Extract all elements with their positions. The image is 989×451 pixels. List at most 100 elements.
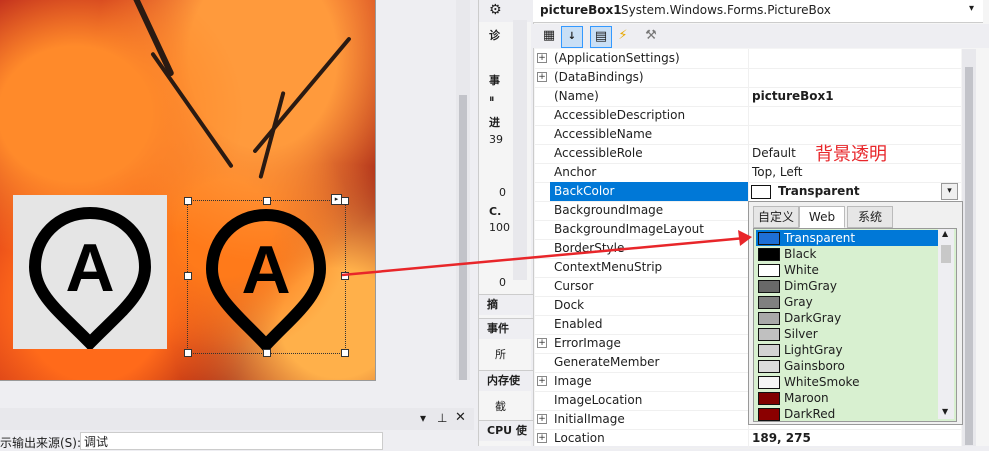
color-item[interactable]: Gainsboro — [756, 358, 939, 374]
alphabetical-icon[interactable]: ↓ — [561, 26, 583, 48]
color-item[interactable]: DimGray — [756, 278, 939, 294]
picturebox-opaque[interactable]: A — [13, 195, 167, 352]
resize-handle-n[interactable] — [263, 197, 271, 205]
branch-shape — [258, 91, 286, 179]
property-name: Image — [554, 374, 592, 388]
color-item[interactable]: LightGray — [756, 342, 939, 358]
object-selector[interactable]: pictureBox1 System.Windows.Forms.Picture… — [533, 0, 983, 23]
pin-letter: A — [65, 230, 114, 306]
property-value[interactable]: 189, 275 — [752, 431, 811, 445]
column-divider[interactable] — [748, 87, 749, 106]
color-item[interactable]: Silver — [756, 326, 939, 342]
property-value[interactable]: Top, Left — [752, 165, 802, 179]
diag-tab-memory[interactable]: 内存使 — [479, 370, 539, 391]
color-item[interactable]: WhiteSmoke — [756, 374, 939, 390]
column-divider[interactable] — [748, 125, 749, 144]
diag-cpu: C. — [489, 205, 502, 218]
diag-value: 0 — [499, 186, 506, 199]
diag-tab-cpu[interactable]: CPU 使 — [479, 420, 539, 441]
property-row[interactable]: (Name) pictureBox1 — [535, 87, 961, 107]
scroll-thumb[interactable] — [941, 245, 951, 263]
column-divider[interactable] — [748, 144, 749, 163]
smart-tag-icon[interactable]: ▸ — [331, 194, 342, 205]
diag-value: 39 — [489, 133, 503, 146]
color-item[interactable]: DarkGray — [756, 310, 939, 326]
diag-snapshot[interactable]: 截 — [495, 398, 506, 414]
color-name: Silver — [784, 327, 818, 341]
pin-icon[interactable]: ⊥ — [437, 411, 447, 425]
column-divider[interactable] — [748, 163, 749, 182]
property-name: Dock — [554, 298, 585, 312]
column-divider[interactable] — [748, 429, 749, 448]
column-divider[interactable] — [748, 68, 749, 87]
chevron-down-icon[interactable]: ▾ — [969, 3, 974, 14]
expand-icon[interactable]: + — [537, 376, 547, 386]
branch-shape — [131, 0, 175, 78]
tab-web[interactable]: Web — [799, 206, 845, 228]
color-item[interactable]: DarkRed — [756, 406, 939, 421]
resize-handle-s[interactable] — [263, 349, 271, 357]
color-item[interactable]: Gray — [756, 294, 939, 310]
gear-icon[interactable]: ⚙ — [489, 2, 502, 18]
expand-icon[interactable]: + — [537, 433, 547, 443]
color-swatch — [758, 376, 780, 389]
color-list-scrollbar[interactable]: ▲ ▼ — [938, 229, 954, 419]
property-pages-icon[interactable]: ⚒ — [641, 26, 661, 46]
categorized-icon[interactable]: ▦ — [539, 26, 559, 46]
property-value[interactable]: Transparent — [778, 184, 860, 198]
color-item[interactable]: Maroon — [756, 390, 939, 406]
diag-events: 事 — [489, 74, 500, 87]
resize-handle-sw[interactable] — [184, 349, 192, 357]
diag-tab-summary[interactable]: 摘 — [479, 294, 539, 315]
property-row[interactable]: Anchor Top, Left — [535, 163, 961, 183]
column-divider[interactable] — [748, 182, 749, 201]
property-row[interactable]: + (ApplicationSettings) — [535, 49, 961, 69]
resize-handle-w[interactable] — [184, 272, 192, 280]
property-value[interactable]: pictureBox1 — [752, 89, 834, 103]
branch-shape — [150, 51, 234, 169]
designer-scrollbar[interactable] — [456, 0, 470, 380]
color-swatch — [758, 312, 780, 325]
property-row[interactable]: + (DataBindings) — [535, 68, 961, 88]
properties-scrollbar[interactable] — [962, 49, 976, 446]
expand-icon[interactable]: + — [537, 53, 547, 63]
properties-icon[interactable]: ▤ — [590, 26, 612, 48]
color-item[interactable]: Black — [756, 246, 939, 262]
pause-icon[interactable]: ⏸ — [489, 92, 495, 106]
property-row[interactable]: AccessibleDescription — [535, 106, 961, 126]
output-source-label: 示输出来源(S): — [0, 436, 82, 450]
expand-icon[interactable]: + — [537, 414, 547, 424]
property-row[interactable]: ▾ BackColor Transparent — [535, 182, 961, 202]
output-source-select[interactable]: 调试 — [80, 432, 383, 450]
diag-tab-events[interactable]: 事件 — [479, 318, 539, 339]
events-icon[interactable]: ⚡ — [613, 26, 633, 46]
scroll-thumb[interactable] — [965, 67, 973, 445]
resize-handle-ne[interactable] — [341, 197, 349, 205]
scroll-up-icon[interactable]: ▲ — [942, 229, 948, 238]
picturebox1-selected[interactable]: A ▸ — [184, 194, 349, 357]
tab-system[interactable]: 系统 — [847, 206, 893, 228]
property-row[interactable]: AccessibleName — [535, 125, 961, 145]
property-row[interactable]: AccessibleRole Default — [535, 144, 961, 164]
resize-handle-se[interactable] — [341, 349, 349, 357]
scroll-down-icon[interactable]: ▼ — [942, 407, 948, 416]
form-canvas[interactable]: A A ▸ — [0, 0, 376, 381]
column-divider[interactable] — [748, 49, 749, 68]
output-panel-header: ▾ ⊥ ✕ — [0, 408, 474, 430]
property-value[interactable]: Default — [752, 146, 796, 160]
expand-icon[interactable]: + — [537, 72, 547, 82]
close-icon[interactable]: ✕ — [455, 410, 466, 425]
column-divider[interactable] — [748, 106, 749, 125]
expand-icon[interactable]: + — [537, 338, 547, 348]
color-item[interactable]: Transparent — [756, 230, 939, 246]
color-name: Gainsboro — [784, 359, 845, 373]
color-item[interactable]: White — [756, 262, 939, 278]
resize-handle-nw[interactable] — [184, 197, 192, 205]
color-swatch — [758, 280, 780, 293]
chevron-down-icon[interactable]: ▾ — [941, 183, 958, 200]
color-name: White — [784, 263, 819, 277]
diag-process: 进 — [489, 116, 500, 129]
diag-all[interactable]: 所 — [495, 346, 506, 362]
property-row[interactable]: + Location 189, 275 — [535, 429, 961, 449]
dropdown-arrow-icon[interactable]: ▾ — [420, 411, 426, 425]
